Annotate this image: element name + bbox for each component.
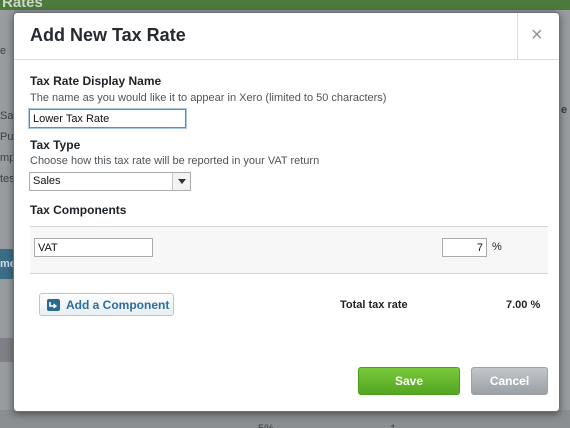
display-name-label: Tax Rate Display Name: [30, 74, 162, 88]
close-button[interactable]: ×: [517, 13, 559, 60]
dialog-header: Add New Tax Rate ×: [14, 13, 559, 60]
add-tax-rate-dialog: Add New Tax Rate × Tax Rate Display Name…: [13, 12, 560, 412]
cancel-button[interactable]: Cancel: [471, 367, 548, 395]
background-band: [0, 338, 14, 362]
background-header: [0, 0, 570, 10]
tax-type-selected-value: Sales: [33, 175, 61, 187]
add-icon: [47, 299, 60, 311]
total-tax-rate-value: 7.00 %: [506, 299, 541, 311]
tax-components-label: Tax Components: [30, 203, 127, 217]
chevron-down-icon: [178, 179, 186, 184]
close-icon[interactable]: ×: [531, 23, 543, 47]
display-name-hint: The name as you would like it to appear …: [30, 92, 387, 104]
dialog-title: Add New Tax Rate: [30, 25, 186, 45]
component-rate-input[interactable]: [442, 238, 487, 257]
background-fragment: e: [0, 45, 7, 57]
percent-unit: %: [492, 241, 502, 253]
tax-type-label: Tax Type: [30, 138, 81, 152]
display-name-input[interactable]: [29, 109, 186, 128]
background-value: 5%: [258, 423, 274, 428]
tax-type-select[interactable]: Sales: [29, 172, 191, 191]
tax-type-hint: Choose how this tax rate will be reporte…: [30, 155, 320, 167]
background-left-column: [0, 10, 14, 428]
add-component-button[interactable]: Add a Component: [39, 293, 174, 316]
total-tax-rate-label: Total tax rate: [340, 299, 408, 311]
background-fragment: e: [561, 104, 568, 116]
add-component-label: Add a Component: [66, 298, 170, 312]
background-value: 1: [390, 423, 396, 428]
background-bottom-row: [0, 410, 570, 428]
component-name-input[interactable]: [34, 238, 153, 257]
save-button[interactable]: Save: [358, 367, 460, 395]
select-arrow-button[interactable]: [172, 173, 190, 190]
